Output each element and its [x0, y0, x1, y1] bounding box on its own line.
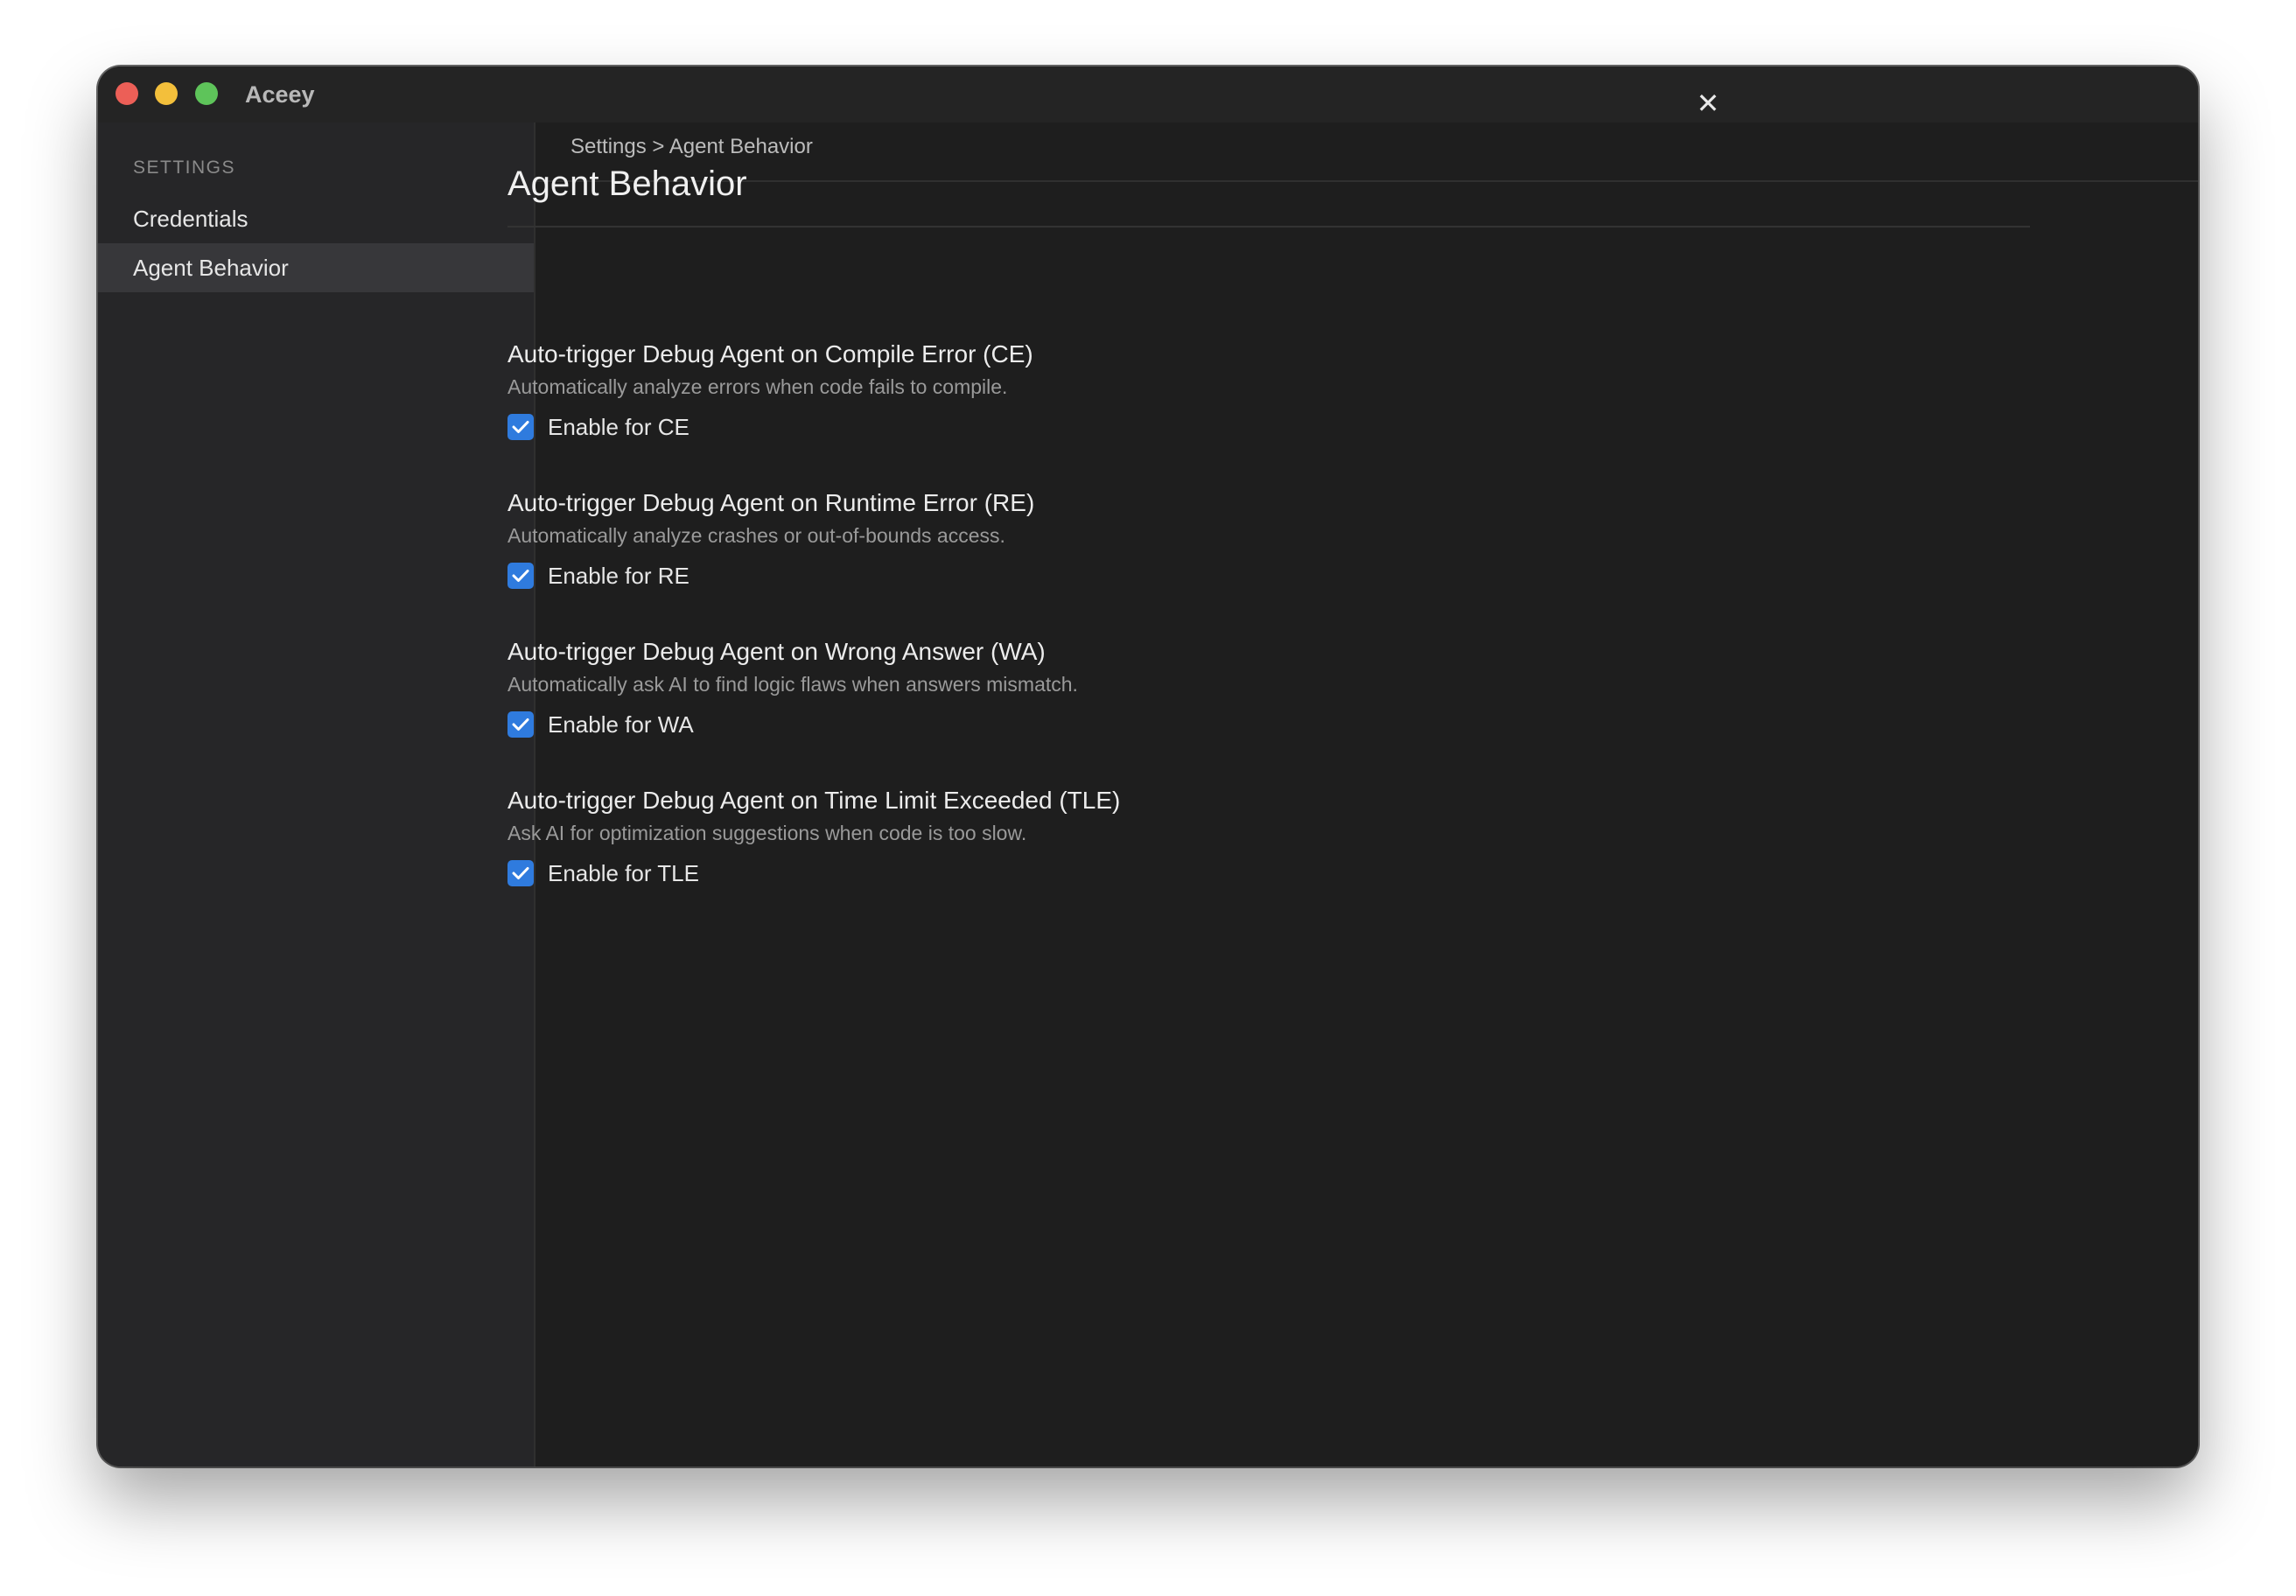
option-title: Auto-trigger Debug Agent on Wrong Answer…: [508, 638, 1046, 665]
option-title: Auto-trigger Debug Agent on Time Limit E…: [508, 787, 1121, 814]
option-description: Ask AI for optimization suggestions when…: [508, 822, 1027, 844]
window-close-button[interactable]: [116, 82, 138, 105]
app-title: Aceey: [245, 81, 315, 108]
checkmark-icon: [512, 867, 529, 879]
option-wrong-answer: Auto-trigger Debug Agent on Wrong Answer…: [508, 635, 1820, 742]
enable-re-checkbox[interactable]: [508, 563, 534, 589]
option-description: Automatically analyze crashes or out-of-…: [508, 524, 1005, 547]
checkmark-icon: [512, 421, 529, 433]
checkbox-label[interactable]: Enable for TLE: [548, 860, 699, 887]
settings-sidebar: SETTINGS Credentials Agent Behavior: [98, 122, 536, 1466]
checkbox-label[interactable]: Enable for CE: [548, 414, 690, 441]
enable-tle-checkbox[interactable]: [508, 860, 534, 886]
enable-ce-checkbox[interactable]: [508, 414, 534, 440]
checkbox-row: Enable for WA: [508, 707, 1820, 742]
option-title: Auto-trigger Debug Agent on Runtime Erro…: [508, 489, 1035, 516]
title-bar: Aceey: [98, 66, 2198, 122]
app-window: Aceey SETTINGS Credentials Agent Behavio…: [98, 66, 2198, 1466]
checkmark-icon: [512, 718, 529, 731]
breadcrumb: Settings > Agent Behavior: [570, 135, 813, 158]
option-title: Auto-trigger Debug Agent on Compile Erro…: [508, 340, 1033, 368]
checkbox-label[interactable]: Enable for WA: [548, 711, 694, 738]
sidebar-item-agent-behavior[interactable]: Agent Behavior: [98, 243, 534, 292]
checkmark-icon: [512, 570, 529, 582]
window-minimize-button[interactable]: [155, 82, 178, 105]
page-title: Agent Behavior: [508, 164, 747, 203]
sidebar-item-credentials[interactable]: Credentials: [98, 194, 534, 243]
option-description: Automatically ask AI to find logic flaws…: [508, 673, 1078, 696]
checkbox-row: Enable for CE: [508, 410, 1820, 444]
checkbox-row: Enable for TLE: [508, 856, 1820, 891]
title-divider: [508, 226, 2030, 228]
checkbox-row: Enable for RE: [508, 558, 1820, 593]
window-maximize-button[interactable]: [195, 82, 218, 105]
enable-wa-checkbox[interactable]: [508, 711, 534, 738]
option-runtime-error: Auto-trigger Debug Agent on Runtime Erro…: [508, 486, 1820, 593]
option-compile-error: Auto-trigger Debug Agent on Compile Erro…: [508, 338, 1820, 444]
checkbox-label[interactable]: Enable for RE: [548, 563, 690, 590]
sidebar-heading: SETTINGS: [133, 158, 236, 178]
close-icon[interactable]: ✕: [1690, 86, 1726, 121]
option-time-limit-exceeded: Auto-trigger Debug Agent on Time Limit E…: [508, 784, 1820, 891]
option-description: Automatically analyze errors when code f…: [508, 375, 1008, 398]
panel-header: Settings > Agent Behavior: [536, 122, 2198, 182]
